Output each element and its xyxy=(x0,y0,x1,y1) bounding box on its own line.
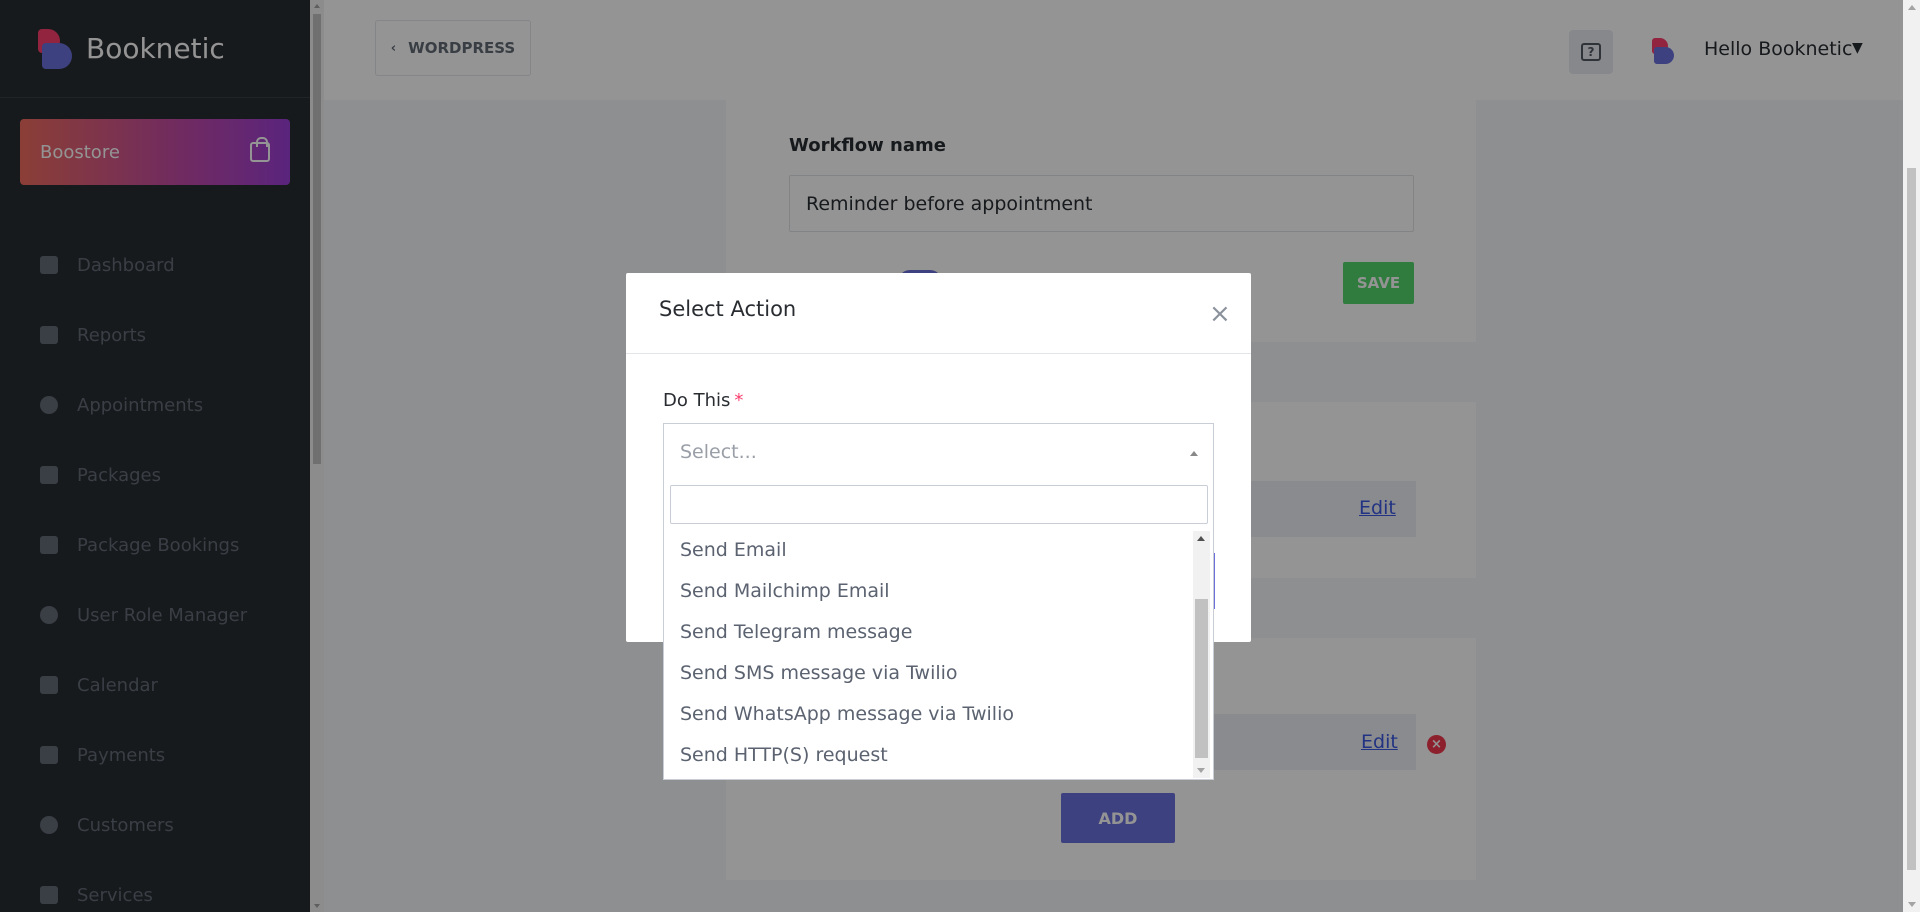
action-select[interactable]: Select... xyxy=(663,423,1214,480)
do-this-label: Do This * xyxy=(663,390,744,411)
dropdown-options-list: Send Email Send Mailchimp Email Send Tel… xyxy=(664,529,1194,779)
action-select-placeholder: Select... xyxy=(680,441,757,463)
scroll-down-arrow-icon[interactable] xyxy=(1197,768,1205,773)
modal-title: Select Action xyxy=(659,297,797,321)
option-send-whatsapp-twilio[interactable]: Send WhatsApp message via Twilio xyxy=(664,693,1194,734)
dropdown-search-input[interactable] xyxy=(670,485,1208,524)
close-icon[interactable]: × xyxy=(1209,301,1231,327)
dropdown-scrollbar-thumb[interactable] xyxy=(1195,599,1208,758)
option-send-email[interactable]: Send Email xyxy=(664,529,1194,570)
page-scrollbar-thumb[interactable] xyxy=(1907,168,1916,870)
page-scrollbar[interactable] xyxy=(1903,0,1920,912)
action-dropdown: Send Email Send Mailchimp Email Send Tel… xyxy=(663,479,1214,780)
chevron-up-icon xyxy=(1190,451,1198,456)
option-send-http-request[interactable]: Send HTTP(S) request xyxy=(664,734,1194,775)
dropdown-scrollbar[interactable] xyxy=(1193,531,1210,778)
scroll-up-arrow-icon[interactable] xyxy=(1197,536,1205,541)
required-marker: * xyxy=(734,390,744,411)
option-send-mailchimp-email[interactable]: Send Mailchimp Email xyxy=(664,570,1194,611)
scroll-up-arrow-icon[interactable] xyxy=(1908,5,1916,10)
modal-header: Select Action × xyxy=(626,273,1251,354)
option-send-telegram-message[interactable]: Send Telegram message xyxy=(664,611,1194,652)
scroll-down-arrow-icon[interactable] xyxy=(1908,902,1916,907)
option-send-sms-twilio[interactable]: Send SMS message via Twilio xyxy=(664,652,1194,693)
